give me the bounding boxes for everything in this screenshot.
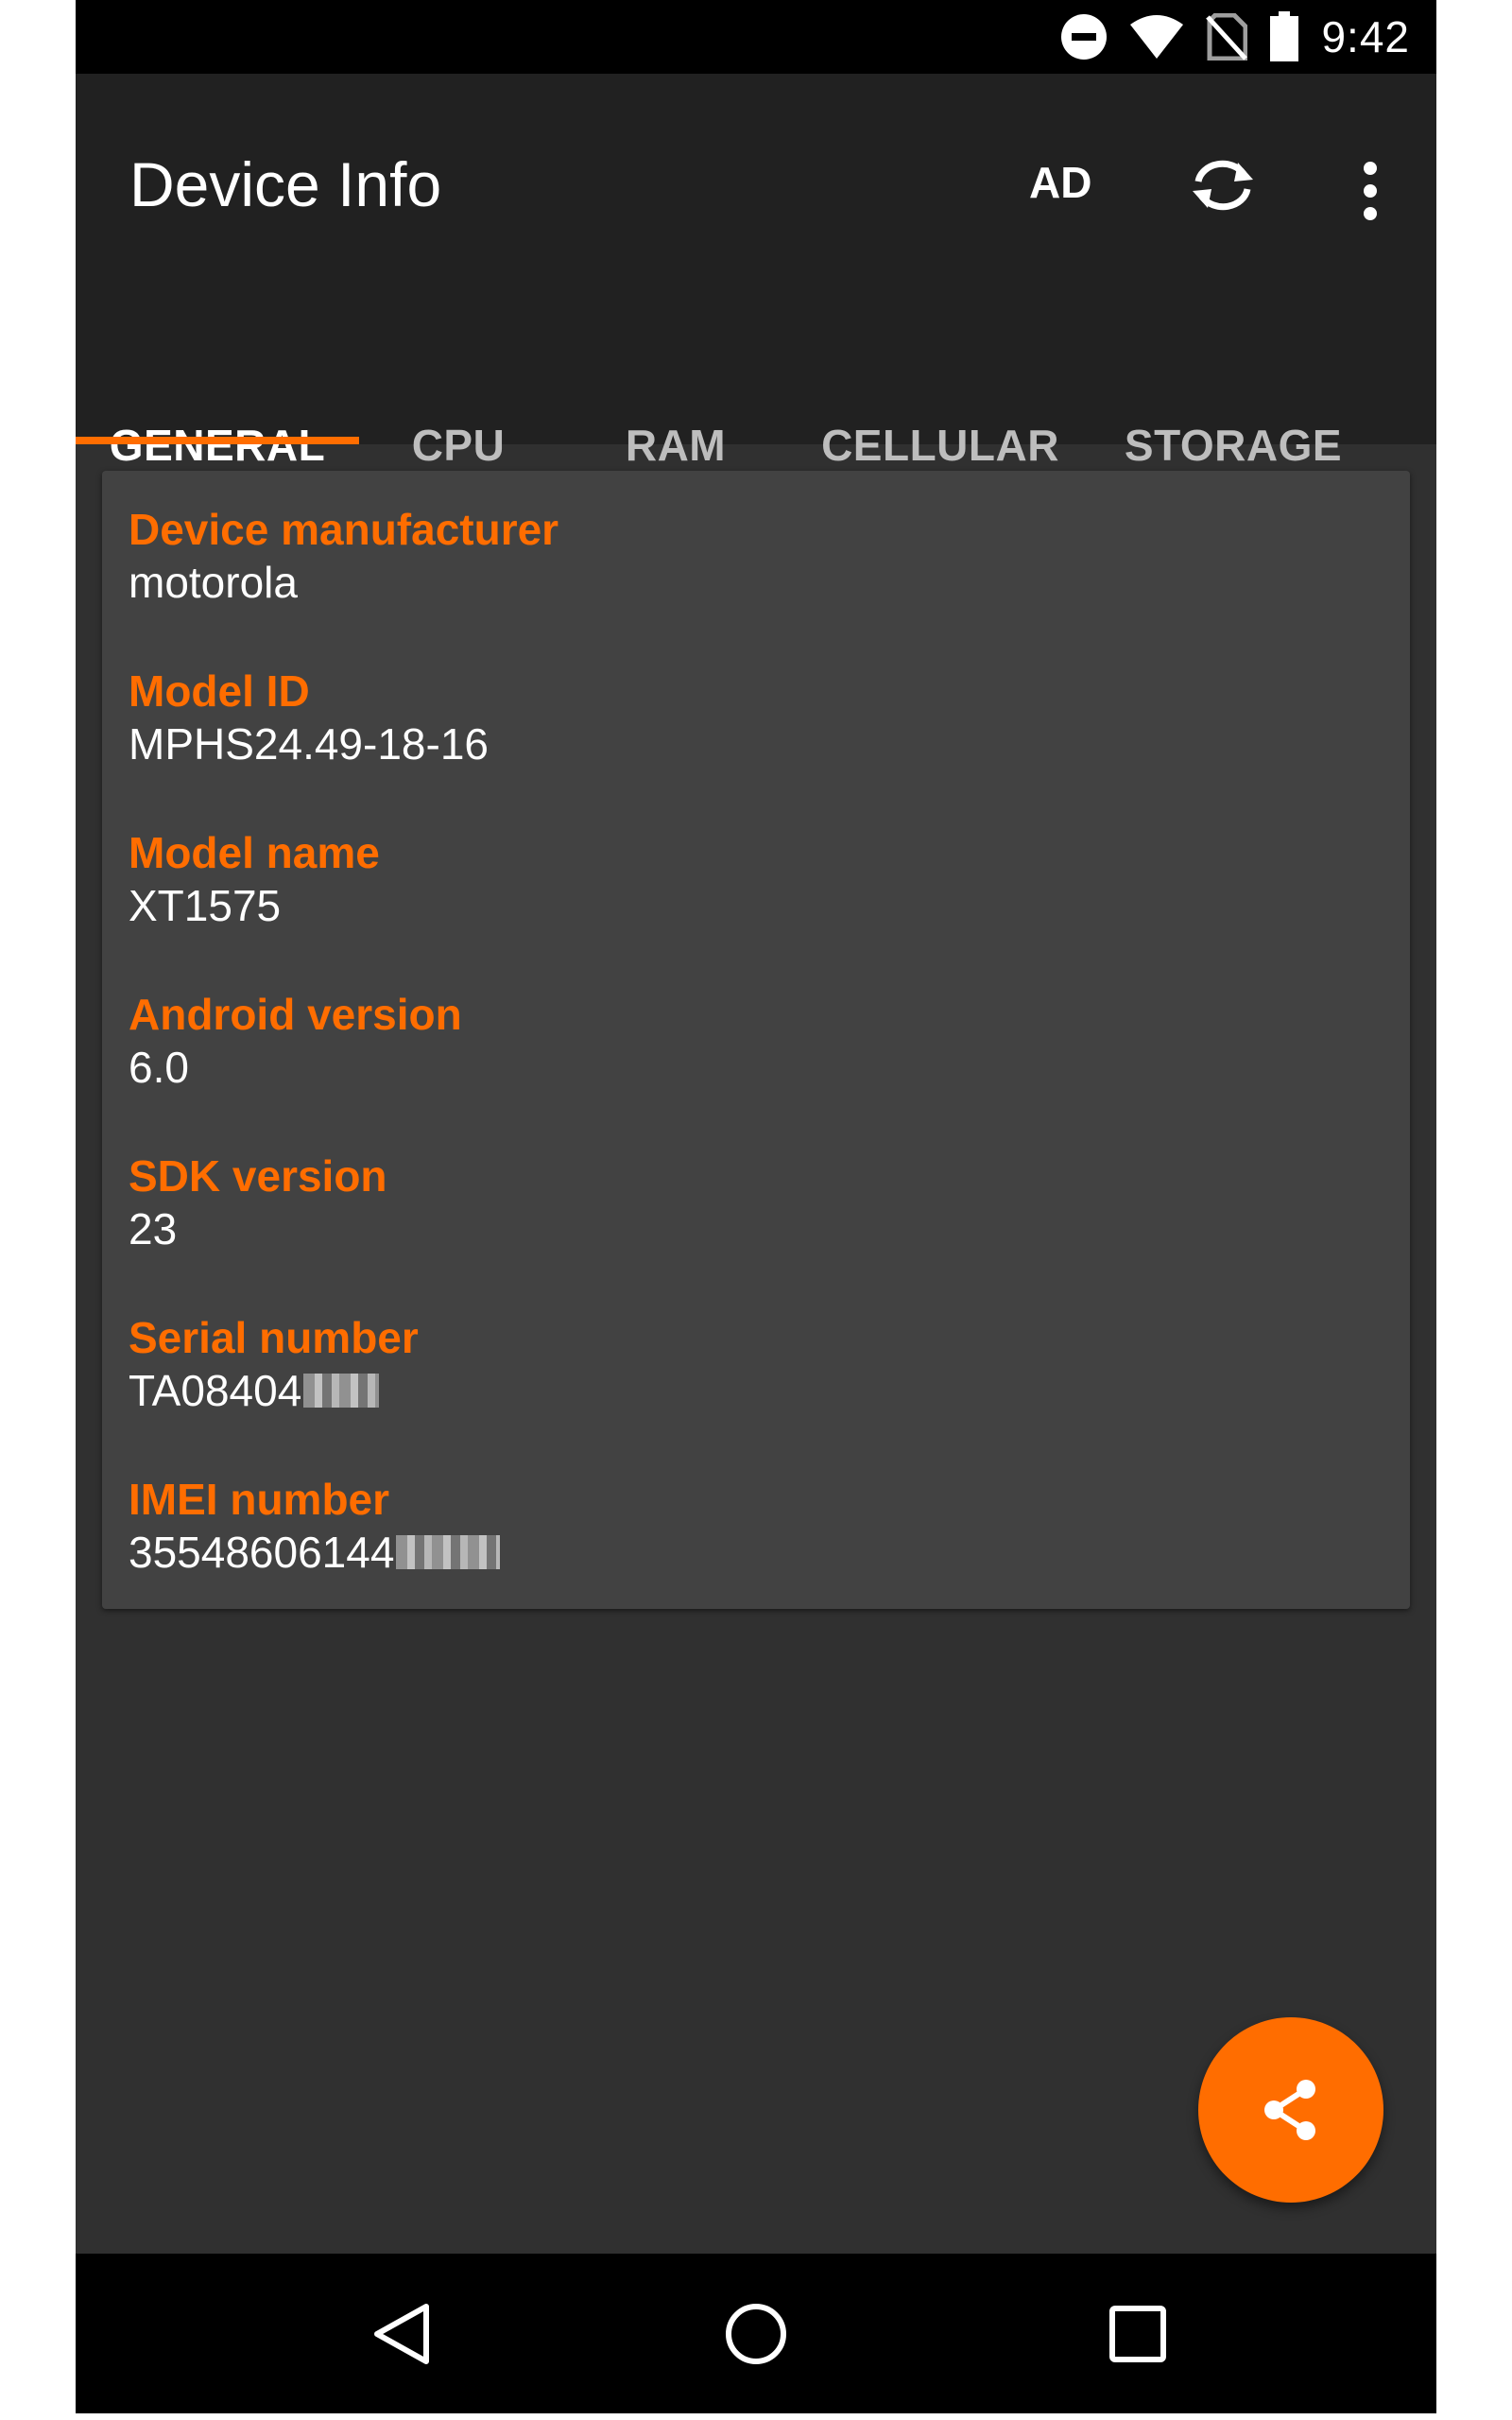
share-icon xyxy=(1264,2080,1315,2140)
recents-icon xyxy=(1109,2306,1166,2362)
active-tab-indicator xyxy=(76,437,359,444)
redacted-blur xyxy=(396,1535,501,1569)
field-device-manufacturer: Device manufacturer motorola xyxy=(129,503,558,609)
field-serial-number: Serial number TA08404 xyxy=(129,1311,419,1417)
field-sdk-version: SDK version 23 xyxy=(129,1150,387,1255)
field-label: Android version xyxy=(129,990,462,1039)
field-label: SDK version xyxy=(129,1151,387,1201)
back-button[interactable] xyxy=(351,2282,455,2386)
field-label: Model name xyxy=(129,828,380,877)
do-not-disturb-icon xyxy=(1061,14,1108,60)
status-bar: 9:42 xyxy=(76,0,1436,74)
recents-button[interactable] xyxy=(1086,2282,1190,2386)
field-value: 6.0 xyxy=(129,1041,462,1094)
battery-icon xyxy=(1270,11,1299,61)
field-value-text: motorola xyxy=(129,558,298,607)
field-imei-number: IMEI number 35548606144 xyxy=(129,1473,501,1579)
field-value-text: MPHS24.49-18-16 xyxy=(129,719,489,769)
field-label: Serial number xyxy=(129,1313,419,1362)
status-time: 9:42 xyxy=(1321,12,1410,61)
field-value: motorola xyxy=(129,556,558,609)
navigation-bar xyxy=(76,2254,1436,2413)
status-icons: 9:42 xyxy=(1060,0,1410,74)
general-info-card: Device manufacturer motorola Model ID MP… xyxy=(102,471,1410,1609)
field-android-version: Android version 6.0 xyxy=(129,988,462,1094)
refresh-button[interactable] xyxy=(1185,147,1261,223)
field-value-text: 35548606144 xyxy=(129,1528,395,1577)
field-value: 35548606144 xyxy=(129,1526,501,1579)
field-model-name: Model name XT1575 xyxy=(129,826,380,932)
field-label: Device manufacturer xyxy=(129,505,559,554)
app-title: Device Info xyxy=(129,149,442,219)
overflow-menu-icon xyxy=(1364,162,1377,220)
home-button[interactable] xyxy=(704,2282,808,2386)
field-value: 23 xyxy=(129,1202,387,1255)
refresh-icon xyxy=(1193,160,1253,211)
no-sim-icon xyxy=(1206,13,1248,60)
field-value-text: 6.0 xyxy=(129,1043,189,1092)
field-label: Model ID xyxy=(129,666,310,716)
field-value: MPHS24.49-18-16 xyxy=(129,717,489,770)
app-bar: Device Info AD GENERAL CPU RAM CELLULAR … xyxy=(76,74,1436,470)
field-value: TA08404 xyxy=(129,1364,419,1417)
field-value-text: 23 xyxy=(129,1204,178,1253)
overflow-menu-button[interactable] xyxy=(1342,147,1399,223)
field-value-text: XT1575 xyxy=(129,881,282,930)
back-icon xyxy=(374,2304,429,2364)
field-value: XT1575 xyxy=(129,879,380,932)
redacted-blur xyxy=(303,1374,380,1408)
wifi-icon xyxy=(1130,15,1184,59)
share-fab[interactable] xyxy=(1198,2017,1383,2203)
field-model-id: Model ID MPHS24.49-18-16 xyxy=(129,665,489,770)
home-icon xyxy=(726,2304,786,2364)
phone-screen: 9:42 Device Info AD GENERAL CPU RAM CELL… xyxy=(76,0,1436,2413)
field-value-text: TA08404 xyxy=(129,1366,302,1415)
field-label: IMEI number xyxy=(129,1475,390,1524)
ad-button[interactable]: AD xyxy=(1029,161,1091,204)
